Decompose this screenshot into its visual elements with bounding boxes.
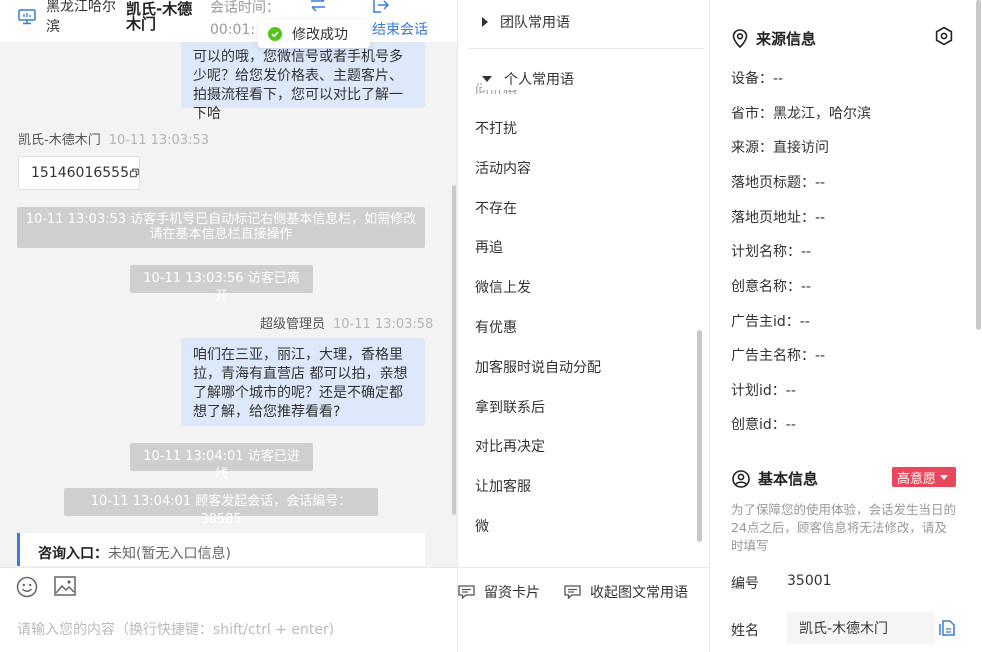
- phrase-item[interactable]: 不打扰: [475, 118, 517, 138]
- name-label: 姓名: [731, 623, 759, 639]
- lead-card-button[interactable]: 留资卡片: [458, 582, 540, 602]
- divider: [468, 48, 704, 49]
- info-creative-id: 创意id：--: [731, 417, 796, 433]
- phrase-item[interactable]: 再追: [475, 237, 503, 257]
- success-toast: 修改成功: [258, 20, 370, 48]
- settings-hexagon-icon[interactable]: [934, 26, 954, 46]
- section-title: 来源信息: [756, 30, 817, 48]
- agent-message-bubble: 咱们在三亚，丽江，大理，香格里拉，青海有直营店 都可以拍，亲想了解哪个城市的呢？…: [181, 338, 425, 426]
- visitor-location: 黑龙江哈尔滨: [46, 0, 116, 35]
- team-phrases-group[interactable]: 团队常用语: [482, 12, 570, 32]
- message-time: 10-11 13:03:53: [108, 133, 209, 148]
- info-plan-name: 计划名称：--: [731, 244, 812, 260]
- end-session-button[interactable]: 结束会话: [372, 19, 428, 39]
- entry-label: 咨询入口：: [38, 546, 108, 562]
- message-input[interactable]: 请输入您的内容（换行快捷键：shift/ctrl + enter): [17, 619, 334, 639]
- source-info-header: 来源信息: [732, 28, 816, 49]
- phrase-item[interactable]: 有优惠: [475, 317, 517, 337]
- message-time: 10-11 13:03:58: [333, 317, 434, 332]
- caret-right-icon: [482, 17, 488, 27]
- chat-scrollbar[interactable]: [452, 185, 456, 515]
- info-plan-id: 计划id：--: [731, 383, 796, 399]
- name-field[interactable]: [787, 612, 935, 644]
- group-label: 团队常用语: [500, 15, 570, 31]
- intent-level-dropdown[interactable]: 高意愿: [892, 467, 956, 487]
- id-label: 编号: [731, 576, 759, 592]
- location-pin-icon: [732, 29, 748, 48]
- message-icon: [564, 585, 581, 599]
- phone-message-card[interactable]: 15146016555: [18, 156, 140, 190]
- copy-doc-icon[interactable]: [939, 620, 955, 636]
- phrase-item[interactable]: 微: [475, 516, 489, 536]
- phrases-panel: 团队常用语 问价格 个人常用语 不打扰 活动内容 不存在 再追 微信上发 有优惠…: [458, 0, 710, 652]
- info-landing-url: 落地页地址：--: [731, 210, 826, 226]
- copy-icon[interactable]: [130, 167, 139, 179]
- chat-header: 黑龙江哈尔滨 凯氏-木德木门 会话时间： 00:01: 结束会话: [0, 0, 457, 42]
- exit-icon[interactable]: [372, 0, 390, 14]
- info-creative-name: 创意名称：--: [731, 279, 812, 295]
- intent-label: 高意愿: [897, 471, 937, 487]
- button-label: 收起图文常用语: [590, 585, 688, 601]
- personal-phrases-group[interactable]: 个人常用语: [482, 68, 574, 90]
- edit-notice: 为了保障您的使用体验，会话发生当日的24点之后，顾客信息将无法修改，请及时填写: [731, 502, 957, 553]
- group-label: 个人常用语: [504, 72, 574, 88]
- section-title: 基本信息: [758, 470, 819, 488]
- transfer-icon[interactable]: [308, 0, 328, 14]
- entry-value: 未知(暂无入口信息): [108, 546, 231, 562]
- button-label: 留资卡片: [484, 585, 540, 601]
- info-advertiser-name: 广告主名称：--: [731, 348, 826, 364]
- desktop-icon: [18, 9, 36, 25]
- info-advertiser-id: 广告主id：--: [731, 314, 810, 330]
- toast-text: 修改成功: [292, 27, 348, 43]
- visitor-sender-line: 凯氏-木德木门 10-11 13:03:53: [18, 129, 209, 148]
- phrase-item[interactable]: 拿到联系后: [475, 397, 545, 417]
- phrase-item[interactable]: 对比再决定: [475, 436, 545, 456]
- sender-name: 凯氏-木德木门: [18, 133, 101, 148]
- basic-info-header: 基本信息: [732, 468, 818, 489]
- chat-panel: 可以的哦，您微信号或者手机号多少呢？给您发价格表、主题客片、拍摄流程看下，您可以…: [0, 0, 458, 652]
- system-message: 10-11 13:04:01 访客已进线: [130, 443, 313, 482]
- caret-down-icon: [482, 76, 492, 82]
- message-list[interactable]: 可以的哦，您微信号或者手机号多少呢？给您发价格表、主题客片、拍摄流程看下，您可以…: [0, 0, 446, 566]
- system-message: 10-11 13:04:01 顾客发起会话，会话编号：38585: [64, 488, 378, 527]
- phrases-scrollbar[interactable]: [697, 330, 702, 542]
- phrase-item[interactable]: 加客服时说自动分配: [475, 357, 601, 377]
- phrases-footer: 留资卡片 收起图文常用语: [458, 567, 710, 613]
- check-circle-icon: [268, 27, 282, 41]
- agent-message-bubble: 可以的哦，您微信号或者手机号多少呢？给您发价格表、主题客片、拍摄流程看下，您可以…: [181, 38, 425, 122]
- emoji-icon[interactable]: [16, 576, 38, 598]
- visitor-name: 凯氏-木德木门: [126, 0, 193, 33]
- session-time-label: 会话时间：: [210, 0, 280, 16]
- user-circle-icon: [732, 469, 750, 488]
- info-scrollbar[interactable]: [976, 0, 981, 330]
- sender-name: 超级管理员: [260, 317, 326, 332]
- info-device: 设备：--: [731, 71, 784, 87]
- system-message: 10-11 13:03:56 访客已离开: [130, 265, 313, 304]
- caret-down-icon: [940, 474, 949, 480]
- phrase-item[interactable]: 微信上发: [475, 277, 531, 297]
- consult-entry-card: 咨询入口：未知(暂无入口信息): [17, 533, 425, 566]
- id-value: 35001: [787, 573, 832, 589]
- info-landing-title: 落地页标题：--: [731, 175, 826, 191]
- agent-sender-line: 超级管理员 10-11 13:03:58: [260, 313, 433, 332]
- message-composer: 请输入您的内容（换行快捷键：shift/ctrl + enter): [0, 567, 457, 652]
- phrase-item[interactable]: 让加客服: [475, 476, 531, 496]
- phrase-item[interactable]: 活动内容: [475, 158, 531, 178]
- customer-info-panel: 来源信息 设备：-- 省市：黑龙江，哈尔滨 来源：直接访问 落地页标题：-- 落…: [710, 0, 982, 652]
- image-icon[interactable]: [54, 576, 76, 596]
- phone-number: 15146016555: [31, 165, 129, 181]
- card-icon: [458, 585, 475, 599]
- info-province: 省市：黑龙江，哈尔滨: [731, 106, 871, 122]
- collapse-phrases-button[interactable]: 收起图文常用语: [564, 582, 688, 602]
- info-source: 来源：直接访问: [731, 140, 829, 156]
- phrase-item[interactable]: 不存在: [475, 198, 517, 218]
- system-message: 10-11 13:03:53 访客手机号已自动标记右侧基本信息栏，如需修改请在基…: [17, 207, 425, 248]
